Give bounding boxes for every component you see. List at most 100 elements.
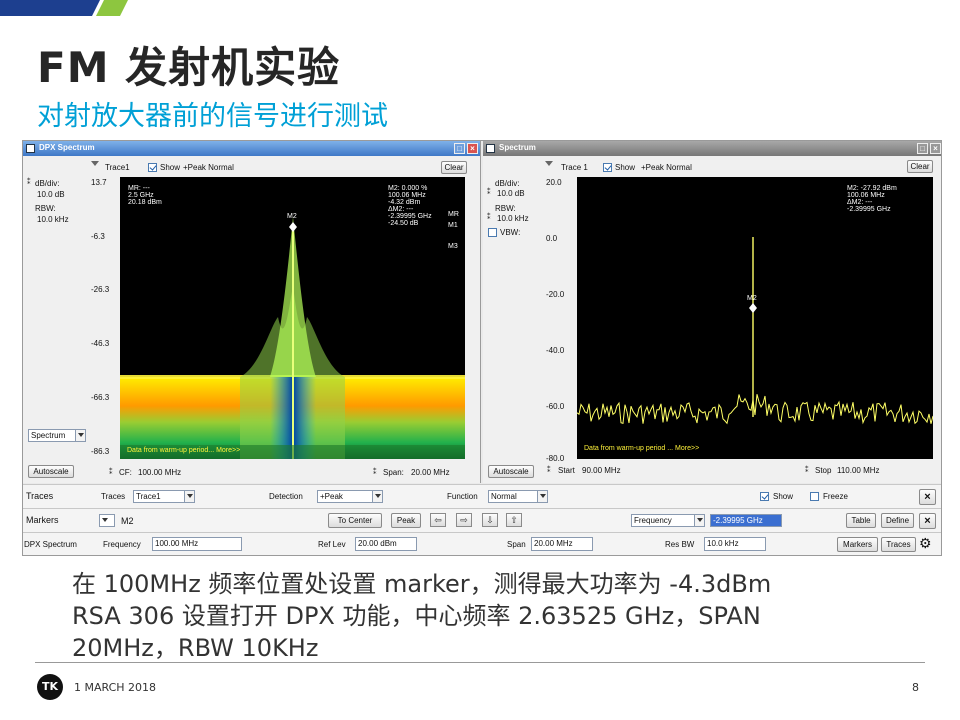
close-icon[interactable]: × — [467, 143, 478, 154]
cf-pin-icon: ⁑ — [109, 469, 113, 476]
arrow-up-icon[interactable]: ⇧ — [506, 513, 522, 527]
spectrum-plot[interactable]: M2: -27.92 dBm 100.06 MHz ΔM2: --- -2.39… — [577, 177, 933, 459]
freeze-label: Freeze — [823, 492, 848, 501]
traces-heading: Traces — [26, 491, 54, 501]
m2-readout-line: 100.06 MHz — [847, 192, 885, 199]
m2-readout-line: M2: -27.92 dBm — [847, 185, 897, 192]
arrow-right-icon[interactable]: ⇨ — [456, 513, 472, 527]
maximize-icon[interactable]: □ — [917, 143, 928, 154]
function-label: Function — [447, 492, 478, 501]
dpx-spectrum-window: DPX Spectrum □ × Trace1 Show +Peak Norma… — [23, 141, 481, 483]
trace-label: Trace1 — [105, 163, 130, 172]
slide: FM 发射机实验 对射放大器前的信号进行测试 DPX Spectrum □ × … — [0, 0, 960, 720]
function-select[interactable]: Normal — [488, 490, 548, 503]
trace-show-checkbox[interactable] — [760, 492, 769, 501]
y-tick: -40.0 — [546, 346, 565, 355]
marker-readout-input[interactable]: -2.39995 GHz — [710, 514, 782, 527]
marker-m2-label[interactable]: M2 — [747, 295, 757, 302]
stop-value[interactable]: 110.00 MHz — [837, 466, 880, 475]
detection-select[interactable]: +Peak — [317, 490, 383, 503]
settings-pin-icon: ⁑ — [487, 189, 491, 196]
db-div-value[interactable]: 10.0 dB — [497, 189, 525, 198]
maximize-icon[interactable]: □ — [454, 143, 465, 154]
display-select[interactable]: Spectrum — [28, 429, 86, 442]
cf-label: CF: — [119, 468, 132, 477]
body-line: 20MHz，RBW 10KHz — [72, 634, 319, 662]
trace-dropdown-icon[interactable] — [545, 161, 553, 166]
show-checkbox[interactable] — [603, 163, 612, 172]
trace-mode: +Peak Normal — [641, 163, 692, 172]
y-tick: -46.3 — [91, 339, 110, 348]
marker-select[interactable] — [99, 514, 115, 527]
readout-select[interactable]: Frequency — [631, 514, 705, 527]
trace-dropdown-icon[interactable] — [91, 161, 99, 166]
close-icon[interactable]: × — [930, 143, 941, 154]
mr-readout-line: 2.5 GHz — [128, 192, 154, 199]
db-div-value[interactable]: 10.0 dB — [35, 189, 81, 200]
page-number: 8 — [912, 681, 919, 694]
traces-select[interactable]: Trace1 — [133, 490, 195, 503]
show-checkbox[interactable] — [148, 163, 157, 172]
gear-icon[interactable]: ⚙ — [919, 535, 932, 552]
trace-show-label: Show — [773, 492, 794, 501]
chevron-down-icon — [75, 430, 85, 441]
span-value[interactable]: 20.00 MHz — [411, 468, 450, 477]
settings-pin-icon: ⁑ — [27, 179, 31, 186]
table-button[interactable]: Table — [846, 513, 876, 528]
frequency-input[interactable]: 100.00 MHz — [152, 537, 242, 551]
warmup-notice-link[interactable]: Data from warm-up period... More>> — [127, 447, 240, 454]
autoscale-button[interactable]: Autoscale — [488, 465, 534, 478]
traces-label: Traces — [101, 492, 126, 501]
res-bw-input[interactable]: 10.0 kHz — [704, 537, 766, 551]
close-icon[interactable]: × — [919, 489, 936, 505]
y-tick: 0.0 — [546, 234, 558, 243]
traces-button[interactable]: Traces — [881, 537, 916, 552]
y-tick: -26.3 — [91, 285, 110, 294]
ref-lev-input[interactable]: 20.00 dBm — [355, 537, 417, 551]
cf-value[interactable]: 100.00 MHz — [138, 468, 181, 477]
autoscale-button[interactable]: Autoscale — [28, 465, 74, 478]
y-tick: 20.0 — [546, 178, 562, 187]
slide-subtitle: 对射放大器前的信号进行测试 — [37, 101, 388, 132]
footer-divider — [35, 662, 925, 663]
settings-pin-icon: ⁑ — [487, 214, 491, 221]
rbw-value[interactable]: 10.0 kHz — [497, 214, 529, 223]
rbw-value[interactable]: 10.0 kHz — [35, 214, 81, 225]
span-pin-icon: ⁑ — [373, 469, 377, 476]
show-label: Show — [615, 163, 636, 172]
start-pin-icon: ⁑ — [547, 467, 551, 474]
arrow-left-icon[interactable]: ⇦ — [430, 513, 446, 527]
marker-tab-mr[interactable]: MR — [448, 211, 459, 218]
vbw-checkbox[interactable] — [488, 228, 497, 237]
spectrum-window-title: Spectrum — [499, 143, 536, 152]
marker-m2-label[interactable]: M2 — [287, 213, 297, 220]
start-value[interactable]: 90.00 MHz — [582, 466, 621, 475]
window-app-icon — [486, 144, 495, 153]
clear-button[interactable]: Clear — [441, 161, 467, 174]
spectrum-window-titlebar[interactable]: Spectrum □ × — [483, 141, 941, 156]
clear-button[interactable]: Clear — [907, 160, 933, 173]
company-logo: TK — [37, 674, 63, 700]
marker-tab-m3[interactable]: M3 — [448, 243, 458, 250]
to-center-button[interactable]: To Center — [328, 513, 382, 528]
marker-tab-m1[interactable]: M1 — [448, 222, 458, 229]
dpx-trace-bar: Trace1 Show +Peak Normal Clear — [23, 158, 480, 175]
detection-select-value: +Peak — [320, 492, 343, 501]
trace-mode: +Peak Normal — [183, 163, 234, 172]
span-input[interactable]: 20.00 MHz — [531, 537, 593, 551]
dpx-window-title: DPX Spectrum — [39, 143, 95, 152]
define-button[interactable]: Define — [881, 513, 914, 528]
traces-select-value: Trace1 — [136, 492, 161, 501]
dpx-plot[interactable]: MR: --- 2.5 GHz 20.18 dBm M2: 0.000 % 10… — [120, 177, 465, 459]
dpx-window-titlebar[interactable]: DPX Spectrum □ × — [23, 141, 480, 156]
rbw-label: RBW: — [495, 204, 516, 213]
dpx-control-row: DPX Spectrum Frequency 100.00 MHz Ref Le… — [23, 532, 941, 555]
close-icon[interactable]: × — [919, 513, 936, 529]
warmup-notice-link[interactable]: Data from warm-up period ... More>> — [584, 445, 699, 452]
m2-readout-line: -2.39995 GHz — [847, 206, 891, 213]
markers-button[interactable]: Markers — [837, 537, 878, 552]
freeze-checkbox[interactable] — [810, 492, 819, 501]
arrow-down-icon[interactable]: ⇩ — [482, 513, 498, 527]
slide-body: 在 100MHz 频率位置处设置 marker，测得最大功率为 -4.3dBm … — [72, 568, 852, 664]
peak-button[interactable]: Peak — [391, 513, 421, 528]
